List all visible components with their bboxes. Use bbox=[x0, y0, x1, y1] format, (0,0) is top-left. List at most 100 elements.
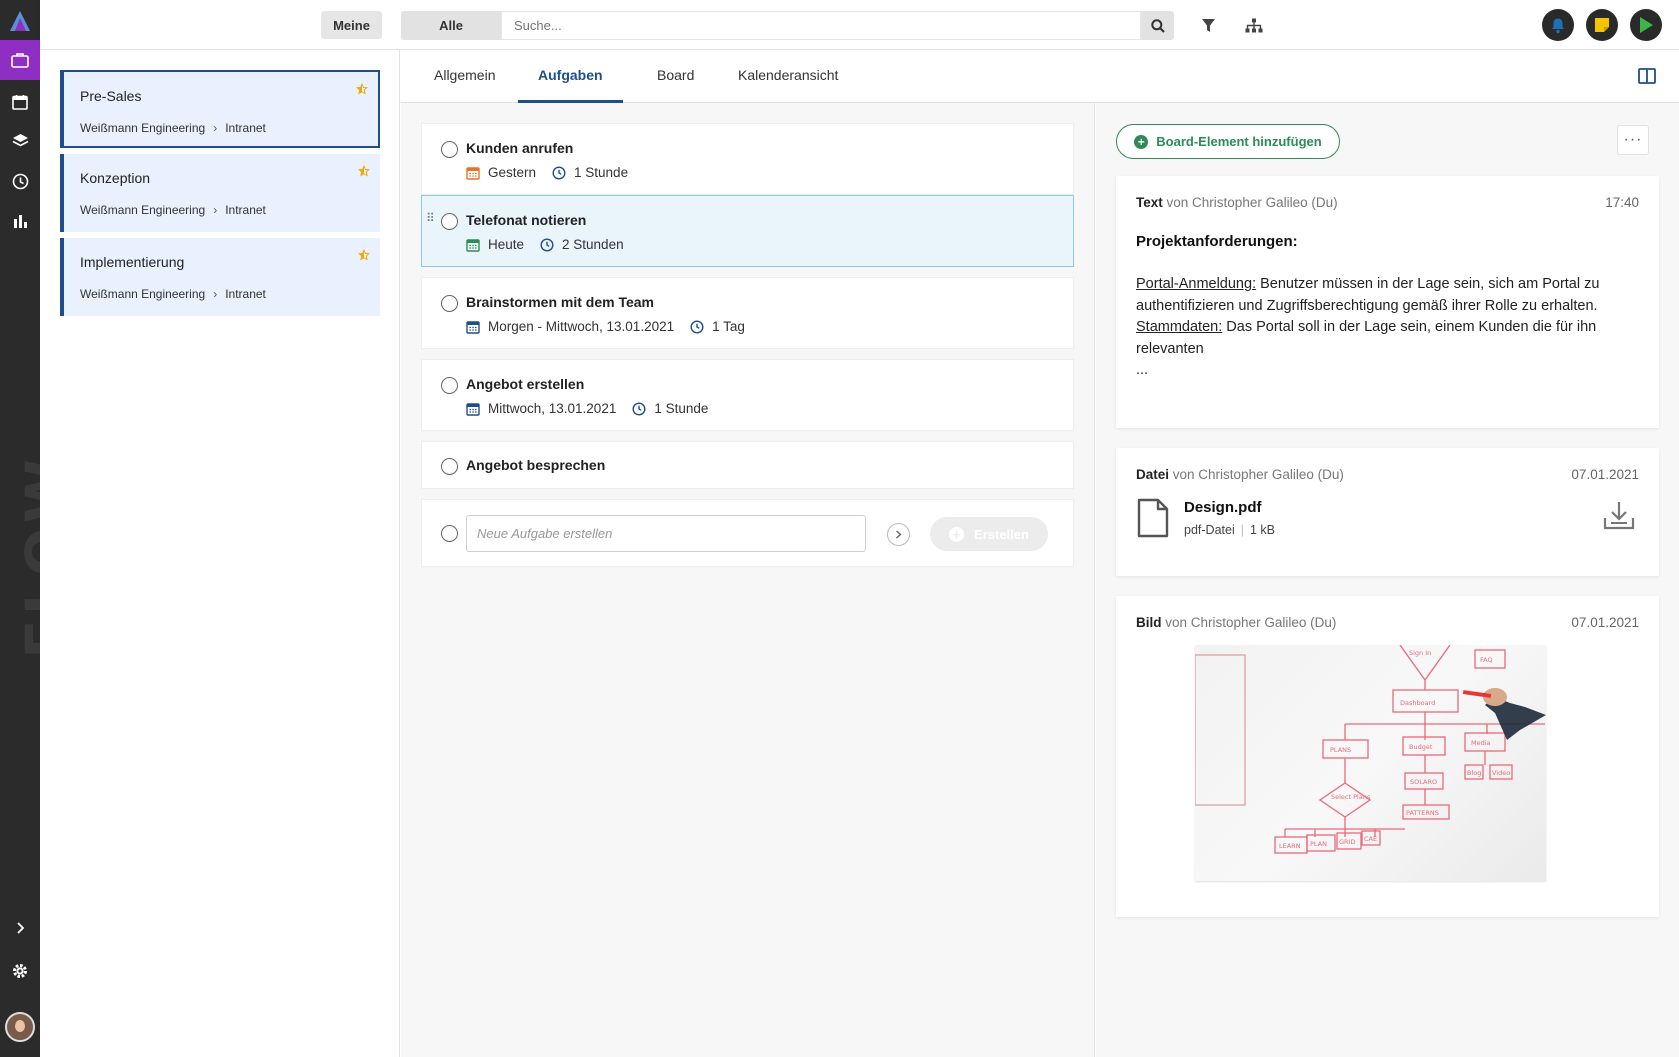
task-duration: 2 Stunden bbox=[562, 237, 624, 252]
sketch-label: CAE bbox=[1364, 835, 1377, 843]
project-company: Weißmann Engineering bbox=[80, 287, 206, 301]
sketch-label: FAQ bbox=[1480, 656, 1493, 664]
chevron-right-icon bbox=[17, 922, 25, 934]
card-heading: Projektanforderungen: bbox=[1136, 233, 1298, 250]
card-date: 07.01.2021 bbox=[1571, 467, 1639, 482]
task-meta: Morgen - Mittwoch, 13.01.2021 1 Tag bbox=[466, 319, 745, 334]
project-card-konzeption[interactable]: Konzeption Weißmann Engineering › Intranet bbox=[60, 154, 380, 232]
hierarchy-button[interactable] bbox=[1242, 13, 1266, 37]
split-view-icon[interactable] bbox=[1638, 68, 1656, 84]
notifications-button[interactable] bbox=[1542, 9, 1574, 41]
tab-board[interactable]: Board bbox=[637, 50, 714, 103]
breadcrumb-chevron-icon: › bbox=[213, 287, 218, 301]
task-checkbox[interactable] bbox=[441, 213, 458, 230]
tab-bar: Allgemein Aufgaben Board Kalenderansicht bbox=[401, 50, 1679, 103]
calendar-icon bbox=[466, 320, 480, 334]
notes-button[interactable] bbox=[1586, 9, 1618, 41]
tab-aufgaben[interactable]: Aufgaben bbox=[518, 50, 623, 103]
board-file-card[interactable]: Datei von Christopher Galileo (Du) 07.01… bbox=[1116, 448, 1659, 576]
calendar-icon bbox=[466, 238, 480, 252]
board-panel: + Board-Element hinzufügen ··· Text von … bbox=[1096, 103, 1679, 1057]
search-input[interactable] bbox=[501, 11, 1141, 40]
nav-layers[interactable] bbox=[0, 121, 40, 161]
task-checkbox[interactable] bbox=[441, 377, 458, 394]
scope-all-button[interactable]: Alle bbox=[401, 11, 501, 40]
card-type: Text bbox=[1136, 195, 1163, 210]
task-item[interactable]: ⠿ Telefonat notieren Heute 2 Stunden bbox=[421, 195, 1074, 267]
card-header: Bild von Christopher Galileo (Du) bbox=[1136, 615, 1336, 630]
clock-icon bbox=[540, 237, 554, 252]
task-title: Kunden anrufen bbox=[466, 140, 574, 156]
nav-expand[interactable] bbox=[0, 908, 40, 948]
meine-button[interactable]: Meine bbox=[321, 11, 382, 39]
star-icon[interactable] bbox=[357, 164, 371, 178]
task-duration: 1 Tag bbox=[712, 319, 745, 334]
card-time: 17:40 bbox=[1605, 195, 1639, 210]
download-icon[interactable] bbox=[1603, 500, 1635, 530]
sketch-label: Budget bbox=[1409, 743, 1433, 751]
task-date: Heute bbox=[488, 237, 525, 252]
task-item[interactable]: Angebot besprechen bbox=[421, 441, 1074, 489]
task-date: Mittwoch, 13.01.2021 bbox=[488, 401, 617, 416]
task-checkbox[interactable] bbox=[441, 525, 458, 542]
file-name[interactable]: Design.pdf bbox=[1184, 499, 1262, 516]
nav-briefcase[interactable] bbox=[0, 40, 40, 80]
nav-reports[interactable] bbox=[0, 201, 40, 241]
task-title: Telefonat notieren bbox=[466, 212, 587, 228]
more-options-button[interactable]: ··· bbox=[1617, 125, 1649, 155]
tab-kalenderansicht[interactable]: Kalenderansicht bbox=[718, 50, 858, 103]
layers-icon bbox=[12, 134, 28, 147]
nav-calendar[interactable] bbox=[0, 82, 40, 122]
avatar[interactable] bbox=[5, 1012, 35, 1042]
project-card-implementierung[interactable]: Implementierung Weißmann Engineering › Int… bbox=[60, 238, 380, 316]
drag-handle-icon[interactable]: ⠿ bbox=[426, 212, 435, 224]
ellipsis: ... bbox=[1136, 362, 1149, 378]
hierarchy-icon bbox=[1245, 18, 1263, 32]
star-icon[interactable] bbox=[355, 82, 369, 96]
add-board-element-button[interactable]: + Board-Element hinzufügen bbox=[1116, 124, 1340, 159]
board-image-card[interactable]: Bild von Christopher Galileo (Du) 07.01.… bbox=[1116, 596, 1659, 917]
card-type: Bild bbox=[1136, 615, 1162, 630]
task-duration: 1 Stunde bbox=[574, 165, 629, 180]
search-button[interactable] bbox=[1141, 11, 1174, 40]
file-type: pdf-Datei bbox=[1184, 523, 1235, 537]
project-breadcrumb: Weißmann Engineering › Intranet bbox=[80, 203, 266, 217]
app-logo-icon[interactable] bbox=[9, 10, 31, 32]
task-checkbox[interactable] bbox=[441, 458, 458, 475]
project-card-pre-sales[interactable]: Pre-Sales Weißmann Engineering › Intranet bbox=[60, 70, 380, 148]
task-item[interactable]: Kunden anrufen Gestern 1 Stunde bbox=[421, 123, 1074, 195]
nav-clock[interactable] bbox=[0, 161, 40, 201]
project-title: Konzeption bbox=[80, 170, 151, 186]
task-checkbox[interactable] bbox=[441, 295, 458, 312]
sketch-label: PLANS bbox=[1330, 746, 1351, 754]
create-task-button[interactable]: + Erstellen bbox=[930, 517, 1048, 551]
project-company: Weißmann Engineering bbox=[80, 203, 206, 217]
star-icon[interactable] bbox=[357, 248, 371, 262]
sketch-label: Blog bbox=[1467, 769, 1481, 777]
project-list: Pre-Sales Weißmann Engineering › Intranet … bbox=[40, 50, 400, 1057]
board-text-card[interactable]: Text von Christopher Galileo (Du) 17:40 … bbox=[1116, 176, 1659, 428]
search-icon bbox=[1150, 18, 1165, 33]
sketch-label: Select Plans bbox=[1331, 793, 1371, 801]
file-meta: pdf-Datei | 1 kB bbox=[1184, 523, 1275, 537]
whiteboard-image[interactable]: Sign In FAQ Dashboard PLANS Budget Media… bbox=[1195, 645, 1546, 881]
task-item[interactable]: Angebot erstellen Mittwoch, 13.01.2021 1… bbox=[421, 359, 1074, 431]
top-bar: Meine Alle bbox=[40, 0, 1679, 50]
task-item[interactable]: Brainstormen mit dem Team Morgen - Mittw… bbox=[421, 277, 1074, 349]
project-title: Implementierung bbox=[80, 254, 185, 270]
filter-button[interactable] bbox=[1196, 13, 1220, 37]
task-title: Angebot erstellen bbox=[466, 376, 585, 392]
project-breadcrumb: Weißmann Engineering › Intranet bbox=[80, 287, 266, 301]
expand-options-button[interactable] bbox=[887, 523, 910, 546]
task-meta: Gestern 1 Stunde bbox=[466, 165, 628, 180]
tab-allgemein[interactable]: Allgemein bbox=[414, 50, 515, 103]
task-date: Morgen - Mittwoch, 13.01.2021 bbox=[488, 319, 675, 334]
gear-icon bbox=[13, 964, 27, 978]
nav-settings[interactable] bbox=[0, 951, 40, 991]
bar-chart-icon bbox=[13, 215, 27, 228]
new-task-input[interactable]: Neue Aufgabe erstellen bbox=[466, 515, 866, 552]
task-checkbox[interactable] bbox=[441, 141, 458, 158]
timer-start-button[interactable] bbox=[1630, 9, 1662, 41]
calendar-icon bbox=[466, 402, 480, 416]
card-type: Datei bbox=[1136, 467, 1170, 482]
